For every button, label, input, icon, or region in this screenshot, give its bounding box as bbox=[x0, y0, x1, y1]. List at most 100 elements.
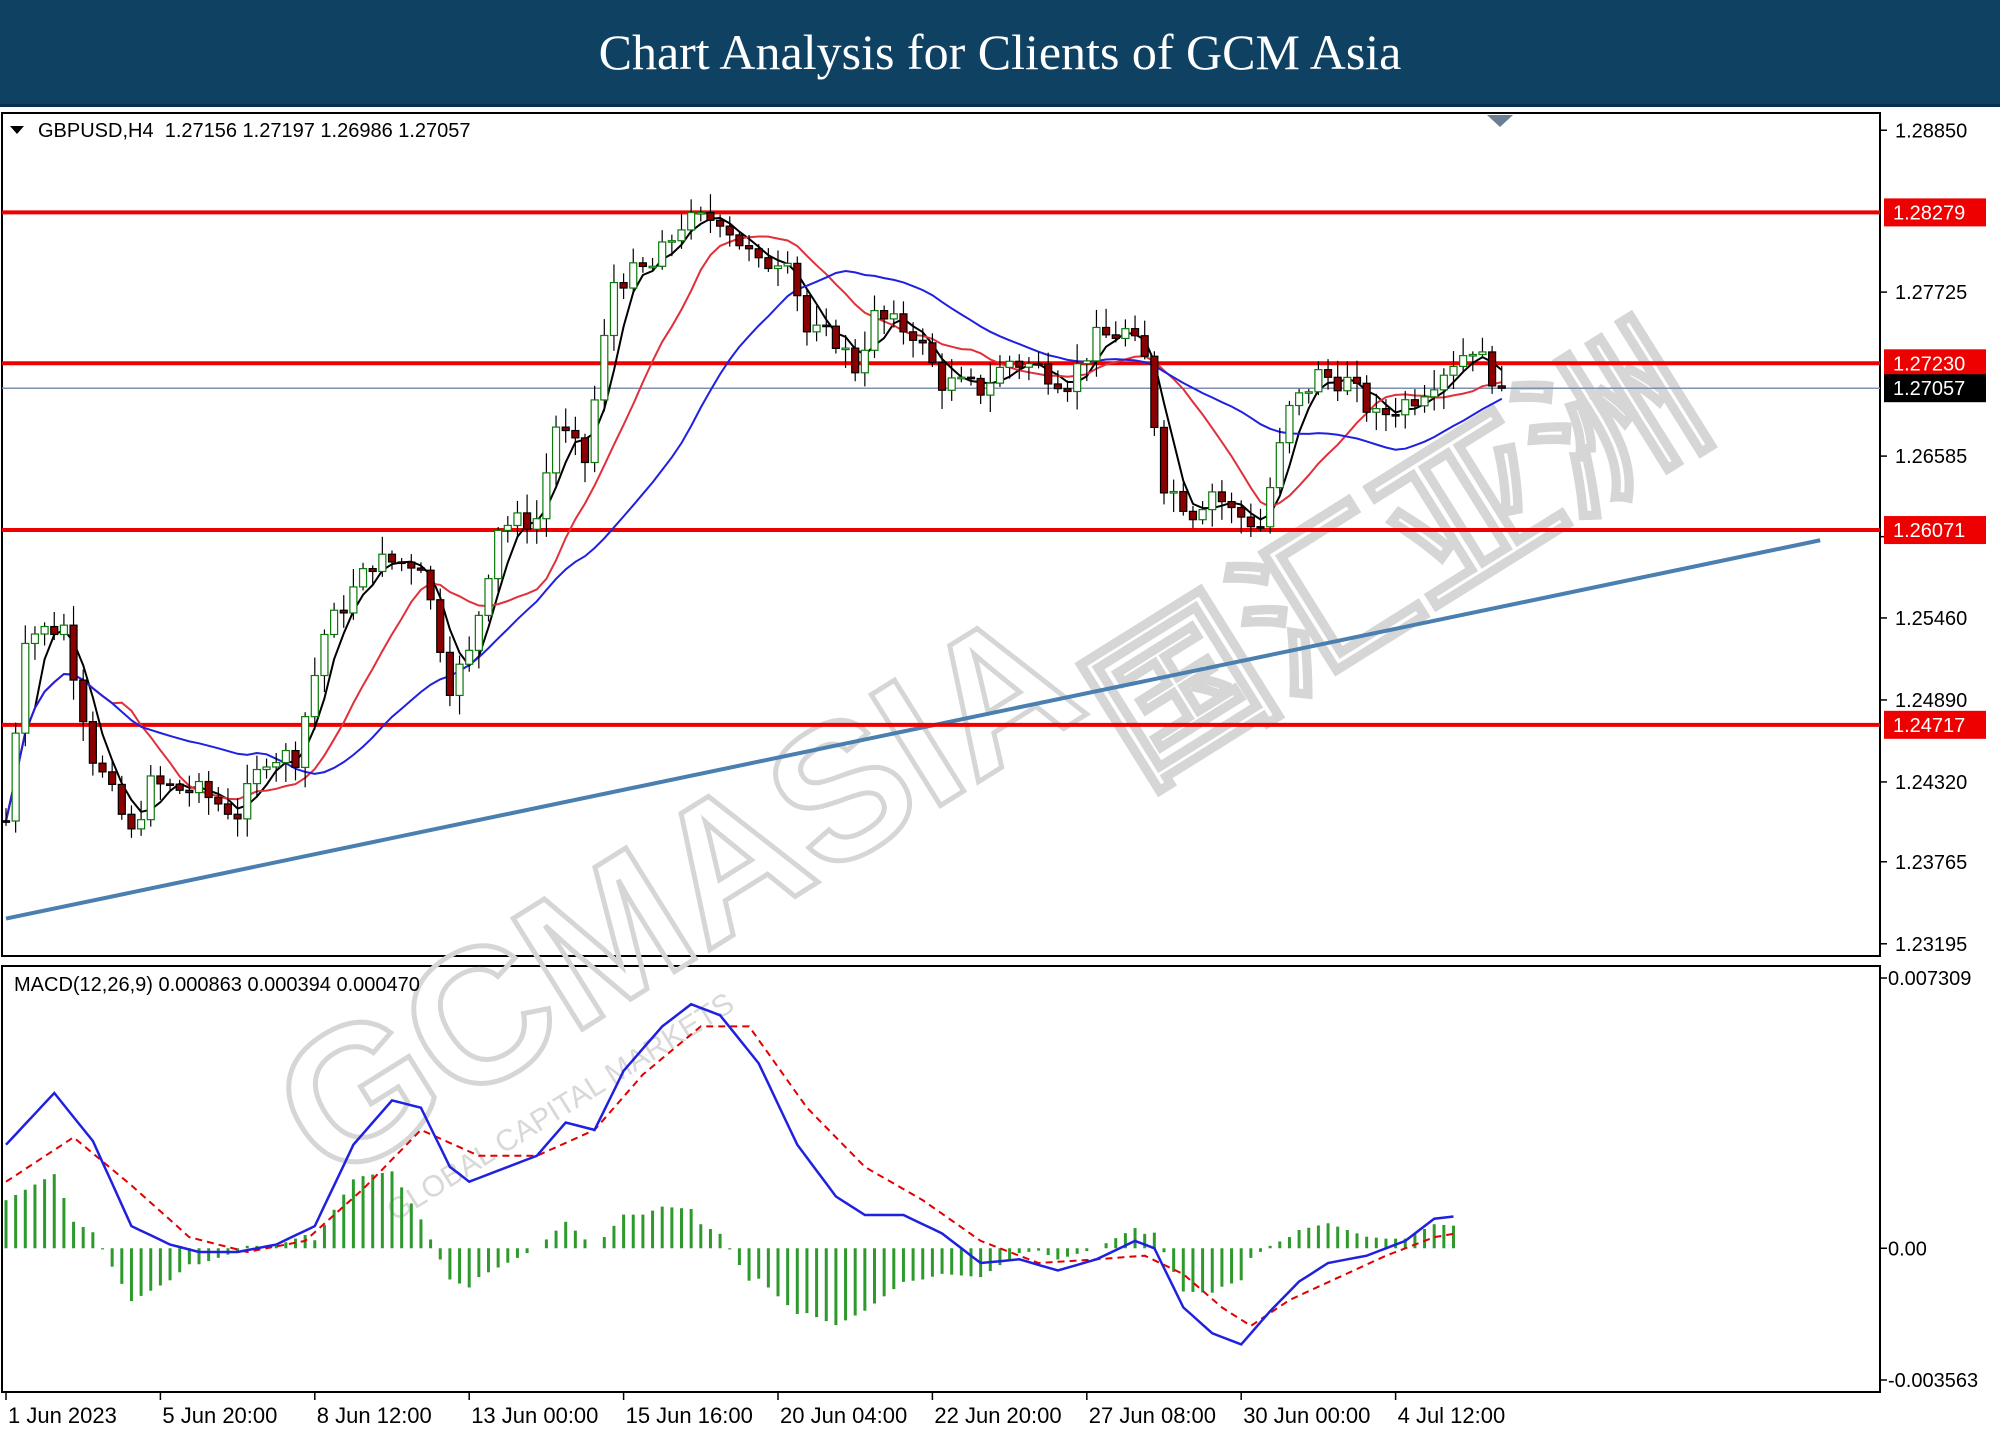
time-tick-label: 1 Jun 2023 bbox=[8, 1403, 117, 1428]
symbol-info-label: GBPUSD,H4 1.27156 1.27197 1.26986 1.2705… bbox=[38, 120, 471, 142]
candle-bear bbox=[98, 762, 107, 773]
candle-bull bbox=[1198, 509, 1207, 521]
candle-bull bbox=[1478, 351, 1487, 356]
candle-bull bbox=[330, 609, 339, 636]
candle-bull bbox=[465, 649, 474, 665]
candle-bull bbox=[513, 512, 522, 527]
candle-bull bbox=[870, 309, 879, 351]
price-tick-label: 1.25460 bbox=[1895, 608, 1967, 630]
time-tick-label: 4 Jul 12:00 bbox=[1398, 1403, 1506, 1428]
macd-tick-label: 0.007309 bbox=[1888, 968, 1971, 990]
candle-bull bbox=[1285, 404, 1294, 444]
candle-bull bbox=[1343, 376, 1352, 392]
candle-bear bbox=[571, 429, 580, 439]
candle-bear bbox=[580, 437, 590, 464]
candle-bull bbox=[494, 529, 503, 580]
candle-bear bbox=[1352, 376, 1362, 384]
candle-bear bbox=[233, 813, 242, 820]
candle-bear bbox=[204, 780, 213, 799]
candle-bull bbox=[1294, 392, 1304, 407]
candle-bear bbox=[1063, 388, 1072, 393]
candle-bull bbox=[1266, 486, 1275, 528]
candle-bull bbox=[667, 240, 676, 243]
candle-bear bbox=[1, 820, 11, 823]
candle-bear bbox=[1227, 501, 1236, 509]
chart-area: GCMASIA GLOBAL CAPITAL MARKETS 国汇亚洲 1.2885… bbox=[0, 107, 2000, 1428]
candle-bull bbox=[146, 775, 155, 821]
candle-bull bbox=[1439, 374, 1448, 391]
candle-bear bbox=[79, 679, 88, 723]
candle-bull bbox=[301, 716, 310, 768]
chart-svg[interactable]: GCMASIAGLOBAL CAPITAL MARKETS国汇亚洲 1.2885… bbox=[0, 107, 2000, 1428]
candle-bull bbox=[812, 324, 821, 333]
candle-bear bbox=[851, 347, 860, 374]
candle-bull bbox=[1024, 363, 1034, 368]
time-tick-label: 8 Jun 12:00 bbox=[317, 1403, 432, 1428]
candle-bear bbox=[339, 609, 348, 614]
level-price-label: 1.26071 bbox=[1893, 520, 1965, 542]
candle-bear bbox=[1362, 382, 1371, 413]
candle-bull bbox=[252, 768, 261, 785]
candle-bear bbox=[706, 211, 715, 221]
candle-bear bbox=[156, 775, 165, 785]
candle-bear bbox=[725, 225, 734, 236]
candle-bull bbox=[1420, 396, 1429, 407]
macd-tick-label: -0.003563 bbox=[1888, 1370, 1978, 1392]
candle-bull bbox=[137, 819, 146, 830]
time-tick-label: 5 Jun 20:00 bbox=[162, 1403, 277, 1428]
candle-bull bbox=[11, 732, 20, 822]
price-tick-label: 1.28850 bbox=[1895, 120, 1967, 142]
candle-bull bbox=[889, 313, 898, 320]
candle-bull bbox=[658, 241, 667, 267]
candle-bull bbox=[687, 211, 696, 231]
candle-bull bbox=[957, 376, 966, 380]
candle-bear bbox=[185, 789, 194, 794]
candle-bear bbox=[1410, 399, 1420, 407]
candle-bull bbox=[532, 518, 541, 530]
candle-bear bbox=[908, 331, 918, 341]
candle-bull bbox=[590, 399, 599, 464]
candle-bear bbox=[1034, 363, 1043, 366]
header-banner: Chart Analysis for Clients of GCM Asia bbox=[0, 0, 2000, 107]
candle-bear bbox=[1333, 376, 1342, 392]
candle-bear bbox=[88, 721, 97, 764]
candle-bull bbox=[281, 749, 290, 764]
level-price-label: 1.28279 bbox=[1893, 202, 1965, 224]
candle-bull bbox=[503, 524, 512, 531]
candle-bear bbox=[1015, 360, 1024, 368]
candle-bull bbox=[1304, 391, 1313, 394]
candle-bear bbox=[50, 625, 59, 636]
candle-bull bbox=[1005, 360, 1014, 368]
macd-tick-label: 0.00 bbox=[1888, 1238, 1927, 1260]
candle-bear bbox=[561, 426, 570, 432]
candle-bear bbox=[638, 262, 648, 268]
candle-bear bbox=[522, 512, 532, 530]
candle-bear bbox=[117, 783, 126, 815]
time-tick-label: 13 Jun 00:00 bbox=[471, 1403, 598, 1428]
candle-bull bbox=[378, 553, 387, 573]
candle-bull bbox=[474, 614, 483, 651]
candle-bear bbox=[175, 783, 184, 791]
candle-bear bbox=[899, 313, 908, 333]
time-tick-label: 20 Jun 04:00 bbox=[780, 1403, 907, 1428]
candle-bull bbox=[986, 382, 995, 396]
level-price-label: 1.27230 bbox=[1893, 353, 1965, 375]
candle-bull bbox=[358, 568, 368, 588]
candle-bull bbox=[484, 578, 493, 617]
candle-bull bbox=[349, 586, 358, 614]
candle-bear bbox=[1044, 363, 1053, 385]
candle-bull bbox=[1314, 369, 1323, 393]
price-tick-label: 1.24890 bbox=[1895, 690, 1967, 712]
candle-bear bbox=[127, 813, 136, 830]
candle-bear bbox=[416, 567, 426, 571]
candle-bear bbox=[1111, 334, 1120, 340]
candle-bull bbox=[783, 262, 792, 267]
candle-bull bbox=[30, 633, 40, 645]
candle-bull bbox=[1275, 442, 1284, 489]
price-tick-label: 1.23765 bbox=[1895, 852, 1967, 874]
price-tick-label: 1.23195 bbox=[1895, 934, 1967, 956]
candle-bear bbox=[1497, 385, 1506, 389]
candle-bear bbox=[802, 295, 812, 333]
candle-bear bbox=[928, 342, 937, 364]
candle-bear bbox=[831, 325, 841, 349]
